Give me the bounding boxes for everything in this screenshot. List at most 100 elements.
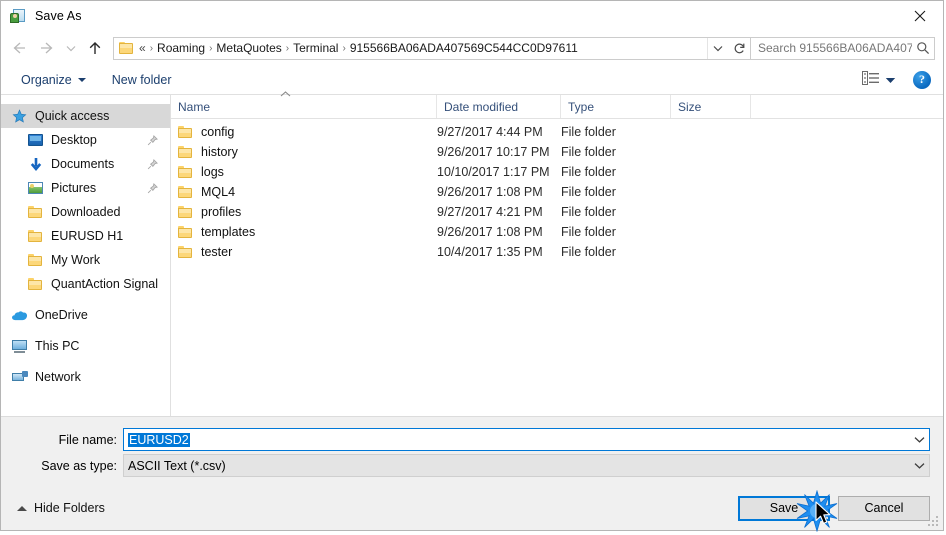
- file-name-input[interactable]: EURUSD2: [124, 432, 909, 447]
- folder-icon: [119, 41, 134, 55]
- file-name-label: MQL4: [201, 185, 236, 199]
- view-layout-icon: [862, 71, 879, 88]
- breadcrumb-item-guid[interactable]: 915566BA06ADA407569C544CC0D97611: [347, 40, 581, 56]
- sidebar-item-onedrive[interactable]: OneDrive: [1, 303, 170, 327]
- breadcrumb-item-roaming[interactable]: Roaming: [154, 40, 208, 56]
- sidebar-item-this-pc[interactable]: This PC: [1, 334, 170, 358]
- sidebar-item-quantaction-signal[interactable]: QuantAction Signal: [1, 272, 170, 296]
- new-folder-label: New folder: [111, 72, 172, 87]
- view-dropdown-icon: [885, 73, 896, 87]
- sidebar-item-network[interactable]: Network: [1, 365, 170, 389]
- file-name-cell: MQL4: [171, 185, 437, 199]
- breadcrumb-overflow[interactable]: «: [137, 40, 149, 56]
- address-dropdown-icon[interactable]: [707, 37, 728, 59]
- table-row[interactable]: MQL4 9/26/2017 1:08 PM File folder: [171, 182, 943, 202]
- close-icon[interactable]: [897, 1, 943, 31]
- save-as-type-row: Save as type: ASCII Text (*.csv): [1, 454, 943, 477]
- chevron-down-icon[interactable]: [909, 429, 929, 450]
- sidebar-item-pictures[interactable]: Pictures: [1, 176, 170, 200]
- sidebar-item-eurusd-h1[interactable]: EURUSD H1: [1, 224, 170, 248]
- breadcrumb-item-metaquotes[interactable]: MetaQuotes: [213, 40, 284, 56]
- star-icon: [11, 108, 28, 124]
- chevron-up-icon: [17, 505, 27, 511]
- cancel-button[interactable]: Cancel: [838, 495, 930, 521]
- refresh-icon[interactable]: [728, 38, 750, 59]
- title-bar: Save As: [1, 1, 943, 31]
- chevron-down-icon[interactable]: [909, 455, 929, 476]
- file-name-label: history: [201, 145, 238, 159]
- sidebar-item-desktop[interactable]: Desktop: [1, 128, 170, 152]
- folder-icon: [27, 228, 44, 244]
- table-row[interactable]: profiles 9/27/2017 4:21 PM File folder: [171, 202, 943, 222]
- column-header-type[interactable]: Type: [561, 95, 671, 118]
- save-form: File name: EURUSD2 Save as type: ASCII T…: [1, 416, 943, 486]
- new-folder-button[interactable]: New folder: [106, 70, 178, 90]
- file-name-cell: config: [171, 125, 437, 139]
- sort-ascending-icon: [279, 90, 291, 99]
- file-date-cell: 9/26/2017 10:17 PM: [437, 145, 550, 159]
- sidebar-item-label: EURUSD H1: [51, 229, 124, 243]
- file-name-row: File name: EURUSD2: [1, 428, 943, 451]
- file-type-cell: File folder: [561, 225, 616, 239]
- folder-icon: [178, 186, 193, 198]
- table-row[interactable]: history 9/26/2017 10:17 PM File folder: [171, 142, 943, 162]
- cloud-icon: [11, 307, 28, 323]
- hide-folders-label: Hide Folders: [34, 501, 105, 515]
- back-button[interactable]: [5, 35, 33, 61]
- sidebar-item-label: Network: [35, 370, 81, 384]
- sidebar-item-documents[interactable]: Documents: [1, 152, 170, 176]
- folder-icon: [178, 126, 193, 138]
- file-type-cell: File folder: [561, 205, 616, 219]
- folder-icon: [178, 226, 193, 238]
- column-header-size[interactable]: Size: [671, 95, 751, 118]
- change-view-button[interactable]: [857, 68, 901, 91]
- address-bar[interactable]: « › Roaming › MetaQuotes › Terminal › 91…: [113, 36, 751, 60]
- file-name-combo[interactable]: EURUSD2: [123, 428, 930, 451]
- file-name-value: EURUSD2: [128, 432, 190, 447]
- sidebar-item-downloaded[interactable]: Downloaded: [1, 200, 170, 224]
- organize-button[interactable]: Organize: [15, 70, 92, 90]
- sidebar-item-quick-access[interactable]: Quick access: [1, 104, 170, 128]
- breadcrumb-item-terminal[interactable]: Terminal: [290, 40, 341, 56]
- sidebar-item-label: Downloaded: [51, 205, 121, 219]
- file-type-cell: File folder: [561, 185, 616, 199]
- table-row[interactable]: config 9/27/2017 4:44 PM File folder: [171, 122, 943, 142]
- search-input[interactable]: Search 915566BA06ADA40756...: [751, 41, 912, 55]
- file-name-cell: logs: [171, 165, 437, 179]
- search-icon: [912, 41, 934, 55]
- table-row[interactable]: templates 9/26/2017 1:08 PM File folder: [171, 222, 943, 242]
- table-row[interactable]: logs 10/10/2017 1:17 PM File folder: [171, 162, 943, 182]
- column-header-name[interactable]: Name: [171, 91, 437, 118]
- forward-button[interactable]: [33, 35, 61, 61]
- folder-icon: [27, 252, 44, 268]
- sidebar-item-label: Quick access: [35, 109, 110, 123]
- resize-grip[interactable]: [928, 516, 940, 528]
- pin-icon: [147, 134, 158, 146]
- folder-icon: [178, 206, 193, 218]
- file-name-cell: templates: [171, 225, 437, 239]
- sidebar-item-my-work[interactable]: My Work: [1, 248, 170, 272]
- sidebar-item-label: QuantAction Signal: [51, 277, 159, 291]
- save-as-app-icon: [10, 8, 26, 24]
- file-rows: config 9/27/2017 4:44 PM File folder his…: [171, 119, 943, 416]
- file-date-cell: 10/10/2017 1:17 PM: [437, 165, 550, 179]
- save-as-type-combo[interactable]: ASCII Text (*.csv): [123, 454, 930, 477]
- hide-folders-button[interactable]: Hide Folders: [13, 498, 109, 518]
- table-row[interactable]: tester 10/4/2017 1:35 PM File folder: [171, 242, 943, 262]
- sidebar-item-label: Documents: [51, 157, 115, 171]
- file-name-label: config: [201, 125, 235, 139]
- save-as-dialog: Save As « › Roaming › MetaQuotes › Termi…: [0, 0, 944, 533]
- recent-locations-button[interactable]: [61, 35, 81, 61]
- column-header-date-modified[interactable]: Date modified: [437, 95, 561, 118]
- save-as-type-label: Save as type:: [41, 458, 117, 473]
- navigation-bar: « › Roaming › MetaQuotes › Terminal › 91…: [1, 31, 943, 65]
- documents-arrow-icon: [27, 156, 44, 172]
- navigation-sidebar: Quick access Desktop Documents Pictures …: [1, 95, 171, 416]
- save-button[interactable]: Save: [738, 495, 830, 521]
- help-icon[interactable]: ?: [913, 70, 931, 89]
- search-box[interactable]: Search 915566BA06ADA40756...: [751, 36, 935, 60]
- file-type-cell: File folder: [561, 165, 616, 179]
- up-button[interactable]: [81, 35, 109, 61]
- file-date-cell: 9/27/2017 4:21 PM: [437, 205, 543, 219]
- column-header-label: Size: [678, 99, 702, 114]
